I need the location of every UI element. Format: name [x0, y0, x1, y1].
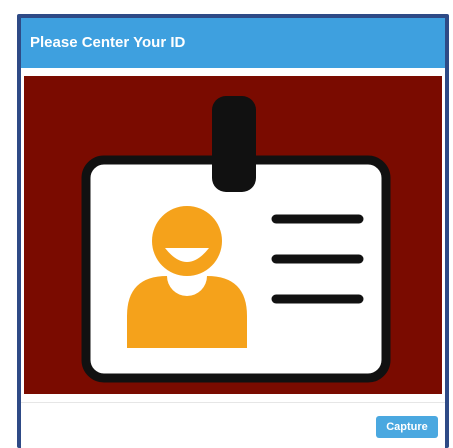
- avatar-head: [152, 206, 222, 276]
- dialog-header: Please Center Your ID: [21, 18, 445, 68]
- camera-preview: [24, 76, 442, 394]
- dialog-body: Please Center Your ID Capture: [21, 18, 445, 448]
- capture-button[interactable]: Capture: [376, 416, 438, 438]
- footer-divider: [21, 402, 445, 403]
- badge-clip-icon: [212, 96, 256, 192]
- dialog-title: Please Center Your ID: [30, 34, 186, 51]
- id-card-icon: [81, 96, 391, 383]
- id-capture-dialog: Please Center Your ID Capture: [17, 14, 449, 448]
